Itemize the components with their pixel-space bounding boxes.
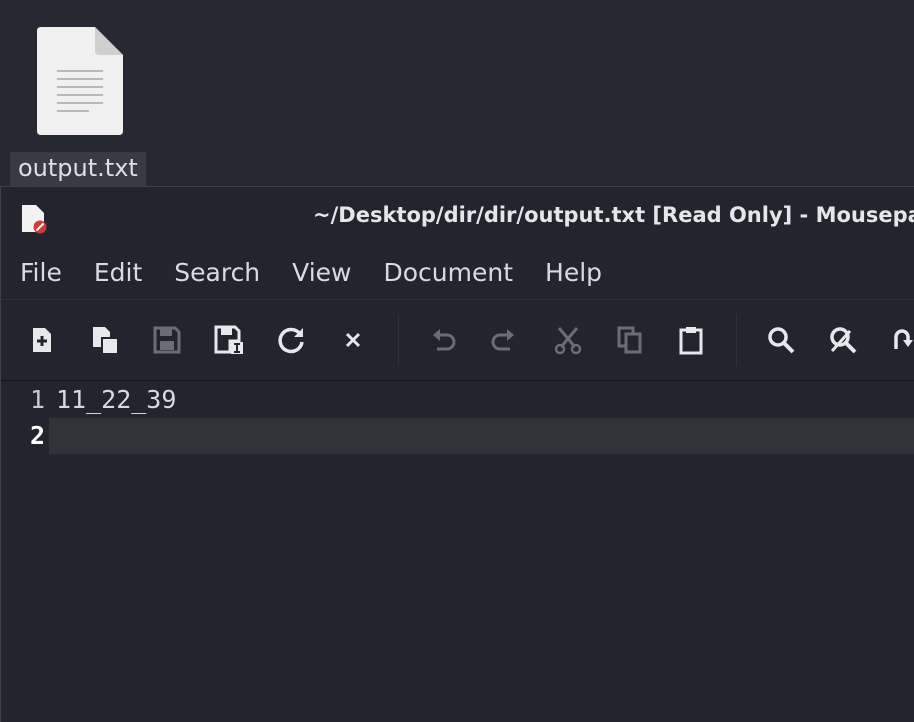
close-button[interactable] (335, 322, 371, 358)
find-replace-icon (830, 327, 857, 354)
redo-icon (491, 329, 514, 351)
editor-line[interactable]: 1 11_22_39 (1, 382, 914, 418)
text-editor[interactable]: 1 11_22_39 2 (1, 381, 914, 722)
save-icon (153, 326, 181, 354)
cut-icon (554, 327, 582, 355)
line-number: 2 (1, 418, 49, 454)
line-number: 1 (29, 385, 45, 414)
editor-current-line[interactable]: 2 (1, 418, 914, 454)
mousepad-readonly-icon (22, 205, 47, 234)
window-title: ~/Desktop/dir/dir/output.txt [Read Only]… (313, 203, 914, 227)
save-as-button[interactable] (211, 322, 247, 358)
copy-icon (617, 326, 642, 354)
menu-edit[interactable]: Edit (78, 247, 158, 299)
go-to-line-button[interactable] (885, 322, 914, 358)
find-replace-button[interactable] (825, 322, 861, 358)
toolbar-separator (398, 314, 399, 366)
redo-button[interactable] (485, 322, 521, 358)
copy-button[interactable] (612, 322, 648, 358)
paste-button[interactable] (673, 322, 709, 358)
menu-file[interactable]: File (1, 247, 78, 299)
go-to-line-icon (894, 329, 913, 349)
toolbar (1, 300, 914, 381)
paste-icon (679, 327, 703, 355)
mousepad-window: ~/Desktop/dir/dir/output.txt [Read Only]… (0, 186, 914, 722)
menu-view[interactable]: View (276, 247, 367, 299)
reload-icon (278, 327, 304, 354)
find-button[interactable] (763, 322, 799, 358)
title-bar[interactable]: ~/Desktop/dir/dir/output.txt [Read Only]… (1, 187, 914, 247)
cut-button[interactable] (550, 322, 586, 358)
new-window-button[interactable] (87, 322, 123, 358)
menu-document[interactable]: Document (367, 247, 529, 299)
undo-button[interactable] (426, 322, 462, 358)
desktop-file-output[interactable]: output.txt (10, 24, 150, 186)
new-document-icon (33, 328, 51, 352)
toolbar-separator (736, 314, 737, 366)
text-file-icon (37, 27, 123, 135)
save-as-icon (214, 325, 243, 354)
line-text: 11_22_39 (56, 385, 177, 414)
desktop: output.txt (0, 0, 914, 186)
menu-help[interactable]: Help (529, 247, 618, 299)
find-icon (768, 327, 795, 354)
save-button[interactable] (149, 322, 185, 358)
menu-bar: File Edit Search View Document Help (1, 247, 914, 300)
new-document-button[interactable] (24, 322, 60, 358)
menu-search[interactable]: Search (158, 247, 276, 299)
undo-icon (433, 329, 456, 351)
reload-button[interactable] (273, 322, 309, 358)
close-icon (345, 332, 361, 348)
new-window-icon (93, 327, 117, 353)
file-label: output.txt (10, 152, 146, 186)
